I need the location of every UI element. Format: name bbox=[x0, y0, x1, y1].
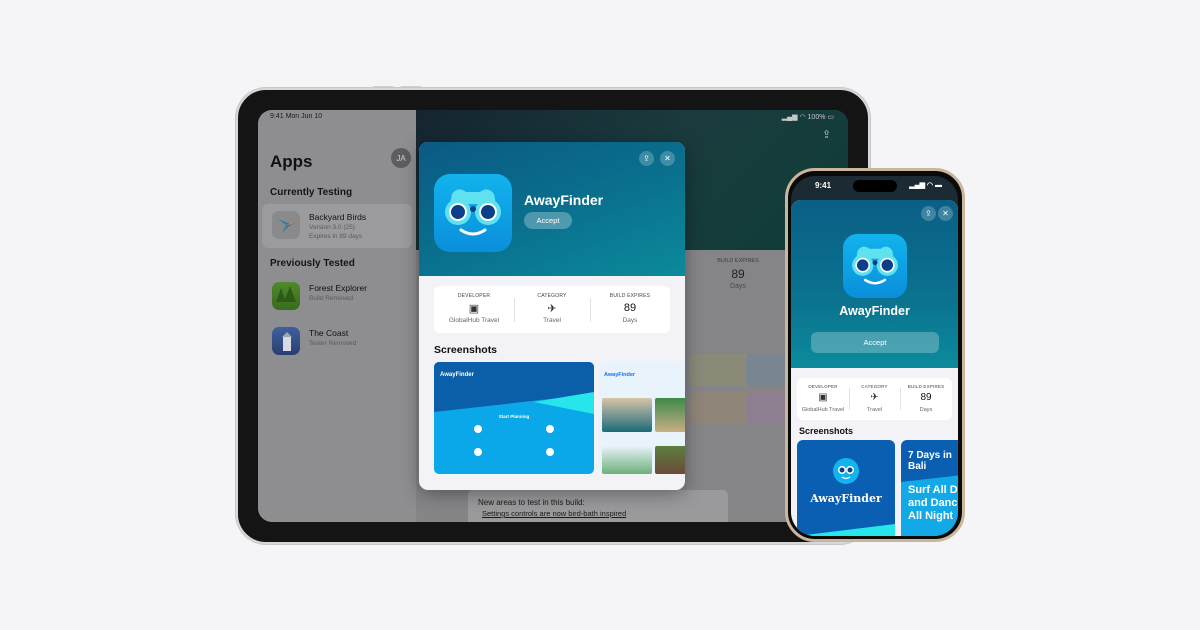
app-expiry: Expires in 89 days bbox=[309, 233, 363, 240]
messages-icon bbox=[474, 425, 482, 433]
app-list-item[interactable]: Backyard Birds Version 3.0 (25) Expires … bbox=[262, 204, 412, 248]
info-label: BUILD EXPIRES bbox=[609, 293, 651, 299]
app-info-card: DEVELOPER ▣ GlobalHub Travel CATEGORY ✈ … bbox=[434, 286, 670, 333]
shot-headline: 7 Days in Bali bbox=[908, 450, 952, 472]
section-heading-currently-testing: Currently Testing bbox=[270, 187, 353, 198]
notes-line: Settings controls are now bird-bath insp… bbox=[482, 509, 627, 518]
info-label: CATEGORY bbox=[861, 384, 888, 389]
test-notes: New areas to test in this build: Setting… bbox=[468, 490, 728, 522]
app-name: Forest Explorer bbox=[309, 283, 368, 293]
app-name: AwayFinder bbox=[524, 192, 604, 208]
accept-button[interactable]: Accept bbox=[524, 212, 572, 229]
person-badge-icon: ▣ bbox=[468, 303, 480, 315]
status-time: 9:41 bbox=[815, 181, 832, 190]
screenshot-1[interactable]: AwayFinder Start Planning bbox=[434, 362, 594, 474]
build-expires-info: BUILD EXPIRES 89 Days bbox=[900, 378, 952, 420]
sidebar: 9:41 Mon Jun 10 Apps JA Currently Testin… bbox=[258, 110, 416, 522]
section-heading-previously-tested: Previously Tested bbox=[270, 258, 355, 269]
photo-cliffs bbox=[655, 446, 685, 474]
hummingbird-icon bbox=[272, 211, 300, 239]
build-expires-info: BUILD EXPIRES 89 Days bbox=[590, 286, 670, 333]
info-label: CATEGORY bbox=[537, 293, 567, 299]
info-label: BUILD EXPIRES bbox=[907, 384, 945, 389]
info-value: Days bbox=[622, 317, 638, 324]
info-value: GlobalHub Travel bbox=[801, 407, 845, 413]
iphone-screen: 9:41 ▂▄▆ ◠ ▬ ⇪ ✕ AwayFinder Accept DEVEL… bbox=[791, 176, 958, 536]
app-status: Tester Removed bbox=[309, 340, 357, 347]
screenshot-thumb bbox=[690, 354, 752, 386]
app-name: AwayFinder bbox=[839, 304, 910, 318]
flights-icon bbox=[546, 425, 554, 433]
photo-wave bbox=[602, 398, 652, 432]
hotels-icon bbox=[474, 448, 482, 456]
screenshot-thumb bbox=[690, 392, 752, 424]
share-button[interactable]: ⇪ bbox=[639, 151, 654, 166]
app-version: Version 3.0 (25) bbox=[309, 224, 355, 231]
screenshot-2[interactable]: 7 Days in Bali Surf All Day and Dance Al… bbox=[901, 440, 958, 536]
app-info-card: DEVELOPER ▣ GlobalHub Travel CATEGORY ✈ … bbox=[797, 378, 952, 420]
activities-icon bbox=[546, 448, 554, 456]
developer-info: DEVELOPER ▣ GlobalHub Travel bbox=[797, 378, 849, 420]
app-invite-sheet: ⇪ ✕ AwayFinder Accept DEVELOPER ▣ Global… bbox=[791, 200, 958, 536]
stat-value: 89 bbox=[731, 267, 745, 281]
build-expires-stat: BUILD EXPIRES 89 Days bbox=[698, 258, 778, 290]
forest-icon bbox=[272, 282, 300, 310]
battery-percent: 100% bbox=[807, 114, 826, 121]
info-value: GlobalHub Travel bbox=[448, 317, 500, 324]
share-button[interactable]: ⇪ bbox=[921, 206, 936, 221]
screenshot-1[interactable]: AwayFinder bbox=[797, 440, 895, 536]
screenshot-2[interactable]: AwayFinder bbox=[599, 362, 685, 474]
status-time: 9:41 Mon Jun 10 bbox=[270, 113, 323, 120]
stat-label: BUILD EXPIRES bbox=[717, 258, 759, 264]
dynamic-island bbox=[853, 180, 897, 192]
status-icons: ▂▄▆ ◠ ▬ bbox=[909, 182, 942, 189]
awayfinder-app-icon bbox=[843, 234, 907, 298]
airplane-icon: ✈ bbox=[870, 392, 879, 403]
category-info: CATEGORY ✈ Travel bbox=[514, 286, 590, 333]
app-name: The Coast bbox=[309, 328, 349, 338]
category-info: CATEGORY ✈ Travel bbox=[849, 378, 900, 420]
app-list-item[interactable]: The Coast Tester Removed bbox=[262, 320, 412, 364]
sheet-hero: ⇪ ✕ AwayFinder Accept bbox=[791, 200, 958, 368]
photo-beach bbox=[655, 398, 685, 432]
modal-hero: ⇪ ✕ AwayFinder Accept bbox=[419, 142, 685, 276]
airplane-icon: ✈ bbox=[547, 303, 557, 315]
app-name: Backyard Birds bbox=[309, 212, 367, 222]
status-battery: ▂▄▆ ◠ 100% ▭ bbox=[781, 114, 834, 121]
shot-subheadline: Surf All Day and Dance All Night bbox=[908, 484, 958, 522]
avatar[interactable]: JA bbox=[391, 148, 411, 168]
photo-island bbox=[602, 446, 652, 474]
product-showcase: 9:41 Mon Jun 10 Apps JA Currently Testin… bbox=[0, 0, 1200, 630]
close-button[interactable]: ✕ bbox=[660, 151, 675, 166]
close-button[interactable]: ✕ bbox=[938, 206, 953, 221]
app-list-item[interactable]: Forest Explorer Build Removed bbox=[262, 275, 412, 319]
shot-cta: Start Planning bbox=[498, 414, 530, 419]
info-label: DEVELOPER bbox=[808, 384, 838, 389]
shot-title: AwayFinder bbox=[604, 372, 636, 378]
awayfinder-app-icon bbox=[434, 174, 512, 252]
screenshots-heading: Screenshots bbox=[434, 344, 498, 356]
shot-title: AwayFinder bbox=[440, 372, 474, 378]
info-value: Days bbox=[919, 407, 933, 413]
notes-heading: New areas to test in this build: bbox=[478, 498, 585, 507]
lighthouse-icon bbox=[272, 327, 300, 355]
screenshots-heading: Screenshots bbox=[799, 426, 854, 436]
info-value: Travel bbox=[543, 317, 561, 324]
info-big-value: 89 bbox=[920, 392, 932, 403]
share-icon[interactable]: ⇪ bbox=[822, 128, 834, 141]
info-big-value: 89 bbox=[623, 302, 637, 314]
developer-info: DEVELOPER ▣ GlobalHub Travel bbox=[434, 286, 514, 333]
info-value: Travel bbox=[866, 407, 883, 413]
app-status: Build Removed bbox=[309, 295, 354, 302]
stat-unit: Days bbox=[730, 283, 746, 290]
info-label: DEVELOPER bbox=[457, 293, 491, 299]
person-badge-icon: ▣ bbox=[818, 392, 828, 403]
accept-button[interactable]: Accept bbox=[811, 332, 939, 353]
app-invite-modal: ⇪ ✕ AwayFinder Accept DEVELOPER ▣ Global… bbox=[419, 142, 685, 490]
page-title: Apps bbox=[270, 152, 313, 171]
